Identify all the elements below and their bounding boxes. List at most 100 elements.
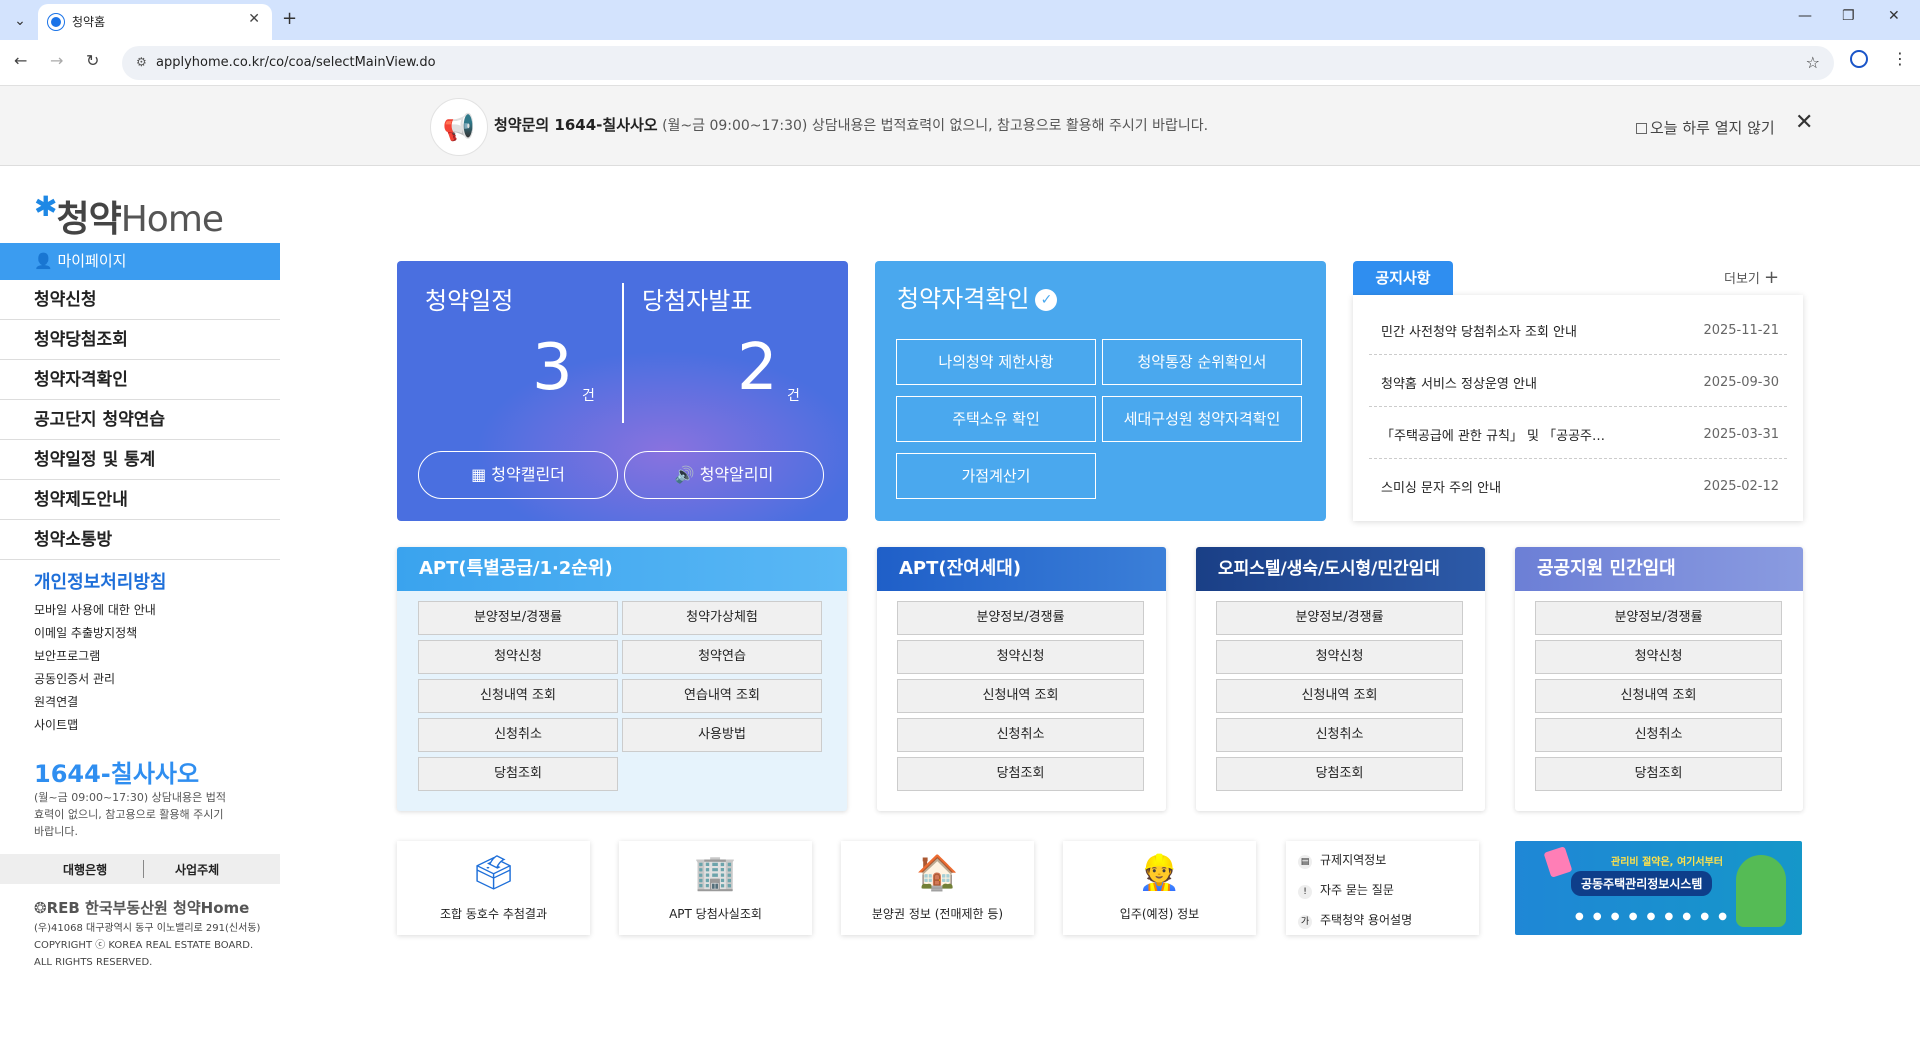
house-owner-button[interactable]: 주택소유 확인	[896, 396, 1096, 442]
quick-apt-winner[interactable]: 🏢 APT 당첨사실조회	[619, 841, 812, 935]
side-link-sitemap[interactable]: 사이트맵	[34, 716, 78, 733]
sidebar-item-practice[interactable]: 공고단지 청약연습	[0, 400, 280, 440]
notice-title[interactable]: 「주택공급에 관한 규칙」 및 「공공주…	[1381, 425, 1641, 444]
side-link-cert[interactable]: 공동인증서 관리	[34, 670, 115, 687]
back-icon[interactable]: ←	[14, 51, 27, 70]
public-rental-title[interactable]: 공공지원 민간임대	[1515, 547, 1803, 591]
quick-move-in[interactable]: 👷 입주(예정) 정보	[1063, 841, 1256, 935]
sidebar-item-guide[interactable]: 청약제도안내	[0, 480, 280, 520]
apt-special-btn[interactable]: 청약신청	[418, 640, 618, 674]
calendar-button[interactable]: ▦ 청약캘린더	[418, 451, 618, 499]
quick-presale-info[interactable]: 🏠 분양권 정보 (전매제한 등)	[841, 841, 1034, 935]
officetel-btn[interactable]: 신청취소	[1216, 718, 1463, 752]
officetel-btn[interactable]: 당첨조회	[1216, 757, 1463, 791]
public-rental-btn[interactable]: 신청취소	[1535, 718, 1782, 752]
mypage-label: 마이페이지	[57, 252, 127, 270]
restore-icon[interactable]: ❐	[1842, 8, 1855, 24]
apt-special-btn[interactable]: 연습내역 조회	[622, 679, 822, 713]
info-link-faq[interactable]: ! 자주 묻는 질문	[1298, 881, 1394, 899]
apt-special-btn[interactable]: 사용방법	[622, 718, 822, 752]
new-tab-icon[interactable]: +	[282, 8, 297, 29]
household-button[interactable]: 세대구성원 청약자격확인	[1102, 396, 1302, 442]
side-link-security[interactable]: 보안프로그램	[34, 647, 100, 664]
notice-item[interactable]: 민간 사전청약 당첨취소자 조회 안내 2025-11-21	[1369, 303, 1787, 355]
quick-lottery[interactable]: 🗳 조합 동호수 추첨결과	[397, 841, 590, 935]
info-link-regulation[interactable]: ▤ 규제지역정보	[1298, 851, 1386, 869]
dont-show-today-checkbox[interactable]: 오늘 하루 열지 않기	[1636, 117, 1775, 138]
info-link-glossary[interactable]: 가 주택청약 용어설명	[1298, 911, 1412, 929]
notice-title[interactable]: 청약홈 서비스 정상운영 안내	[1381, 373, 1641, 392]
menu-icon[interactable]: ⋮	[1892, 49, 1908, 68]
side-link-mobile[interactable]: 모바일 사용에 대한 안내	[34, 601, 156, 618]
tab-search-icon[interactable]: ⌄	[8, 10, 32, 32]
schedule-title[interactable]: 청약일정	[425, 281, 513, 316]
notice-item[interactable]: 「주택공급에 관한 규칙」 및 「공공주… 2025-03-31	[1369, 407, 1787, 459]
apt-remaining-btn[interactable]: 분양정보/경쟁률	[897, 601, 1144, 635]
officetel-btn[interactable]: 분양정보/경쟁률	[1216, 601, 1463, 635]
apt-special-btn[interactable]: 청약연습	[622, 640, 822, 674]
apt-special-btn[interactable]: 신청내역 조회	[418, 679, 618, 713]
privacy-policy-link[interactable]: 개인정보처리방침	[34, 568, 166, 594]
public-rental-btn[interactable]: 분양정보/경쟁률	[1535, 601, 1782, 635]
apt-remaining-title[interactable]: APT(잔여세대)	[877, 547, 1166, 591]
omnibox[interactable]: ⚙ applyhome.co.kr/co/coa/selectMainView.…	[122, 46, 1834, 80]
minimize-icon[interactable]: —	[1798, 8, 1812, 24]
banner-close-icon[interactable]: ✕	[1795, 110, 1813, 135]
announcement-count[interactable]: 2	[737, 331, 778, 405]
apt-remaining-btn[interactable]: 신청취소	[897, 718, 1144, 752]
apt-remaining-btn[interactable]: 신청내역 조회	[897, 679, 1144, 713]
public-rental-btn[interactable]: 청약신청	[1535, 640, 1782, 674]
carousel-dots[interactable]: ● ● ● ● ● ● ● ● ●	[1575, 911, 1730, 922]
browser-tab[interactable]: 청약홈 ✕	[38, 4, 272, 40]
site-logo[interactable]: ✱청약Home	[34, 190, 224, 242]
officetel-btn[interactable]: 신청내역 조회	[1216, 679, 1463, 713]
side-link-email[interactable]: 이메일 추출방지정책	[34, 624, 137, 641]
apt-remaining-btn[interactable]: 당첨조회	[897, 757, 1144, 791]
sidebar-item-winner[interactable]: 청약당첨조회	[0, 320, 280, 360]
officetel-btn[interactable]: 청약신청	[1216, 640, 1463, 674]
tab-close-icon[interactable]: ✕	[248, 11, 260, 27]
score-calculator-button[interactable]: 가점계산기	[896, 453, 1096, 499]
apt-special-btn[interactable]: 당첨조회	[418, 757, 618, 791]
site-info-icon[interactable]: ⚙	[136, 55, 147, 69]
apt-special-title[interactable]: APT(특별공급/1·2순위)	[397, 547, 847, 591]
apt-special-btn[interactable]: 분양정보/경쟁률	[418, 601, 618, 635]
alarm-button[interactable]: 🔊 청약알리미	[624, 451, 824, 499]
bank-link[interactable]: 대행은행	[63, 861, 107, 878]
notice-more-link[interactable]: 더보기 +	[1724, 267, 1779, 288]
restriction-button[interactable]: 나의청약 제한사항	[896, 339, 1096, 385]
sidebar-item-qualification[interactable]: 청약자격확인	[0, 360, 280, 400]
sidebar-item-apply[interactable]: 청약신청	[0, 280, 280, 320]
notice-tab[interactable]: 공지사항	[1353, 261, 1453, 295]
sidebar-item-schedule[interactable]: 청약일정 및 통계	[0, 440, 280, 480]
public-rental-btn[interactable]: 신청내역 조회	[1535, 679, 1782, 713]
public-rental-panel: 공공지원 민간임대 분양정보/경쟁률 청약신청 신청내역 조회 신청취소 당첨조…	[1515, 547, 1803, 811]
bookmark-star-icon[interactable]: ☆	[1806, 53, 1820, 72]
map-icon: ▤	[1298, 855, 1312, 869]
forward-icon[interactable]: →	[50, 51, 63, 70]
reload-icon[interactable]: ↻	[86, 51, 99, 70]
notice-title[interactable]: 민간 사전청약 당첨취소자 조회 안내	[1381, 321, 1641, 340]
url-text[interactable]: applyhome.co.kr/co/coa/selectMainView.do	[156, 55, 436, 70]
side-link-remote[interactable]: 원격연결	[34, 693, 78, 710]
notice-item[interactable]: 청약홈 서비스 정상운영 안내 2025-09-30	[1369, 355, 1787, 407]
apt-special-btn[interactable]: 신청취소	[418, 718, 618, 752]
profile-icon[interactable]	[1850, 50, 1868, 68]
schedule-count[interactable]: 3	[532, 331, 573, 405]
checkbox-icon[interactable]	[1636, 123, 1647, 134]
rank-cert-button[interactable]: 청약통장 순위확인서	[1102, 339, 1302, 385]
close-window-icon[interactable]: ✕	[1888, 8, 1900, 24]
reb-logo: ❂REB 한국부동산원 청약Home	[34, 897, 249, 918]
public-rental-btn[interactable]: 당첨조회	[1535, 757, 1782, 791]
announcement-title[interactable]: 당첨자발표	[642, 281, 752, 316]
business-link[interactable]: 사업주체	[175, 861, 219, 878]
apt-special-btn[interactable]: 청약가상체험	[622, 601, 822, 635]
apt-remaining-btn[interactable]: 청약신청	[897, 640, 1144, 674]
ad-banner[interactable]: 관리비 절약은, 여기서부터 공동주택관리정보시스템 ● ● ● ● ● ● ●…	[1515, 841, 1802, 935]
notice-item[interactable]: 스미싱 문자 주의 안내 2025-02-12	[1369, 459, 1787, 511]
notice-title[interactable]: 스미싱 문자 주의 안내	[1381, 477, 1641, 496]
calendar-label: 청약캘린더	[491, 465, 565, 484]
sidebar-item-community[interactable]: 청약소통방	[0, 520, 280, 560]
officetel-title[interactable]: 오피스텔/생숙/도시형/민간임대	[1196, 547, 1485, 591]
sidebar-mypage[interactable]: 👤 마이페이지	[0, 243, 280, 280]
